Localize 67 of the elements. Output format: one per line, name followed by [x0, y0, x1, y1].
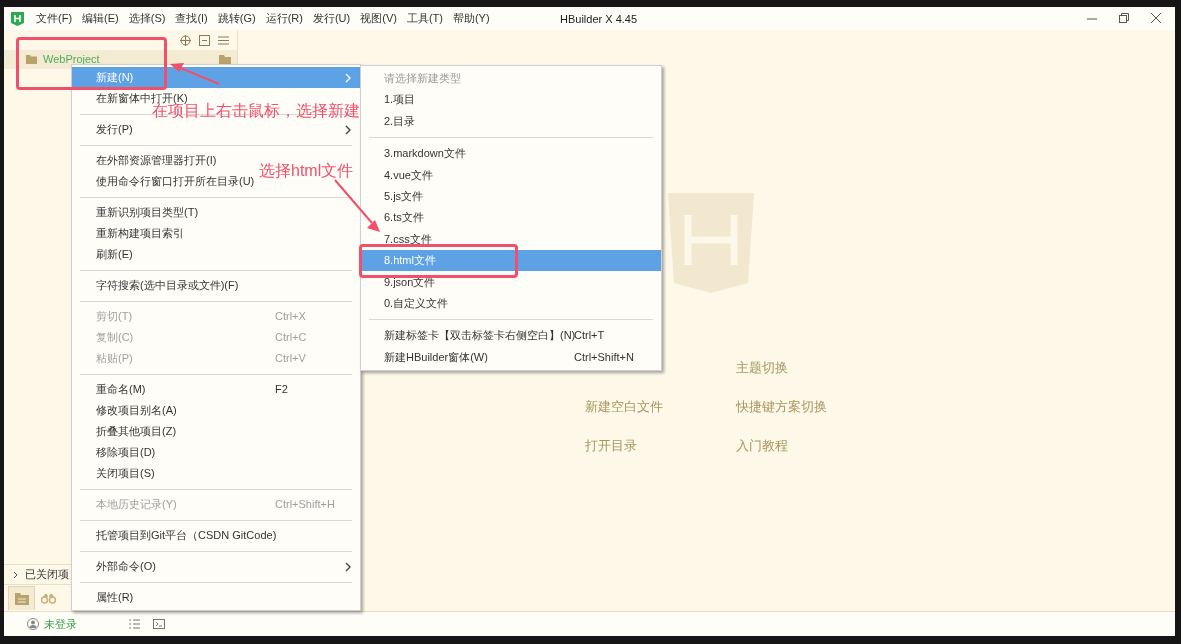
- collapse-icon[interactable]: [199, 34, 210, 46]
- menu-item[interactable]: 修改项目别名(A): [96, 402, 177, 419]
- menu-item: 剪切(T): [96, 309, 133, 325]
- menu-bar-item[interactable]: 跳转(G): [217, 10, 256, 27]
- menu-item[interactable]: 新建HBuilder窗体(W): [384, 348, 488, 366]
- menu-item: 粘贴(P): [96, 351, 133, 367]
- menu-bar-item[interactable]: 运行(R): [265, 10, 303, 27]
- binoculars-icon: [41, 592, 56, 604]
- menu-item[interactable]: 发行(P): [96, 121, 133, 138]
- shortcut-label: F2: [275, 382, 288, 398]
- menu-item[interactable]: 关闭项目(S): [96, 465, 155, 482]
- menu-item[interactable]: 重新构建项目索引: [96, 225, 184, 242]
- closed-projects-label[interactable]: 已关闭项: [25, 566, 69, 583]
- menu-item[interactable]: 3.markdown文件: [384, 145, 466, 162]
- menu-item[interactable]: 折叠其他项目(Z): [96, 423, 177, 440]
- chevron-right-icon[interactable]: [13, 570, 19, 579]
- annotation-arrow: [334, 179, 380, 232]
- menu-item[interactable]: 2.目录: [384, 112, 416, 130]
- menu-item: 复制(C): [96, 330, 134, 346]
- shortcut-label: Ctrl+C: [275, 330, 307, 346]
- menu-bar-item[interactable]: 视图(V): [360, 10, 397, 27]
- menu-item[interactable]: 新建标签卡【双击标签卡右侧空白】(N): [384, 327, 576, 344]
- menu-bar-item[interactable]: 编辑(E): [82, 10, 119, 27]
- app-logo-icon: [11, 11, 24, 26]
- restore-icon[interactable]: [1119, 13, 1129, 23]
- menu-item[interactable]: 0.自定义文件: [384, 294, 449, 312]
- shortcut-label: Ctrl+V: [275, 351, 306, 367]
- shortcut-label: Ctrl+X: [275, 309, 306, 325]
- menu-item[interactable]: 移除项目(D): [96, 444, 156, 461]
- folder-icon: [26, 55, 37, 64]
- menu-icon[interactable]: [218, 34, 229, 46]
- shortcut-label: Ctrl+Shift+H: [275, 497, 335, 513]
- annotation-text: 选择html文件: [259, 162, 354, 179]
- menu-item[interactable]: 字符搜索(选中目录或文件)(F): [96, 277, 239, 294]
- menu-bar-item[interactable]: 查找(I): [175, 10, 208, 27]
- menu-item[interactable]: 5.js文件: [384, 188, 424, 205]
- menu-item[interactable]: 属性(R): [96, 589, 134, 606]
- locate-icon[interactable]: [180, 34, 191, 46]
- shortcut-label: Ctrl+Shift+N: [574, 349, 634, 365]
- menu-bar-item[interactable]: 工具(T): [406, 10, 443, 27]
- menu-bar-item[interactable]: 帮助(Y): [452, 10, 490, 27]
- menu-item[interactable]: 4.vue文件: [384, 166, 433, 184]
- menu-item[interactable]: 1.项目: [384, 91, 416, 108]
- menu-item[interactable]: 9.json文件: [384, 273, 436, 291]
- menu-bar-item[interactable]: 发行(U): [312, 10, 351, 27]
- window-title: HBuilder X 4.45: [560, 12, 638, 27]
- menu-item[interactable]: 在外部资源管理器打开(I): [96, 152, 217, 169]
- submenu-header: 请选择新建类型: [383, 71, 462, 87]
- menu-item[interactable]: 外部命令(O): [96, 558, 156, 575]
- terminal-icon[interactable]: [153, 619, 165, 629]
- user-icon[interactable]: [27, 618, 39, 630]
- sidebar-tab[interactable]: [8, 586, 35, 610]
- menu-item[interactable]: 使用命令行窗口打开所在目录(U): [96, 173, 255, 190]
- annotation-arrow: [170, 63, 220, 85]
- menu-item[interactable]: 托管项目到Git平台（CSDN GitCode): [96, 527, 277, 544]
- menu-item: 本地历史记录(Y): [96, 497, 177, 513]
- menu-bar-item[interactable]: 选择(S): [128, 10, 166, 27]
- menu-bar-item[interactable]: 文件(F): [36, 10, 73, 27]
- shortcut-label: Ctrl+T: [574, 328, 605, 344]
- menu-item[interactable]: 7.css文件: [384, 230, 432, 248]
- project-name: WebProject: [43, 52, 100, 68]
- folder-icon: [14, 592, 29, 605]
- close-icon[interactable]: [1151, 13, 1161, 23]
- menu-item[interactable]: 6.ts文件: [384, 209, 424, 226]
- menu-item[interactable]: 刷新(E): [96, 246, 133, 263]
- menu-item[interactable]: 重新识别项目类型(T): [96, 204, 199, 221]
- menu-item[interactable]: 重命名(M): [96, 381, 146, 398]
